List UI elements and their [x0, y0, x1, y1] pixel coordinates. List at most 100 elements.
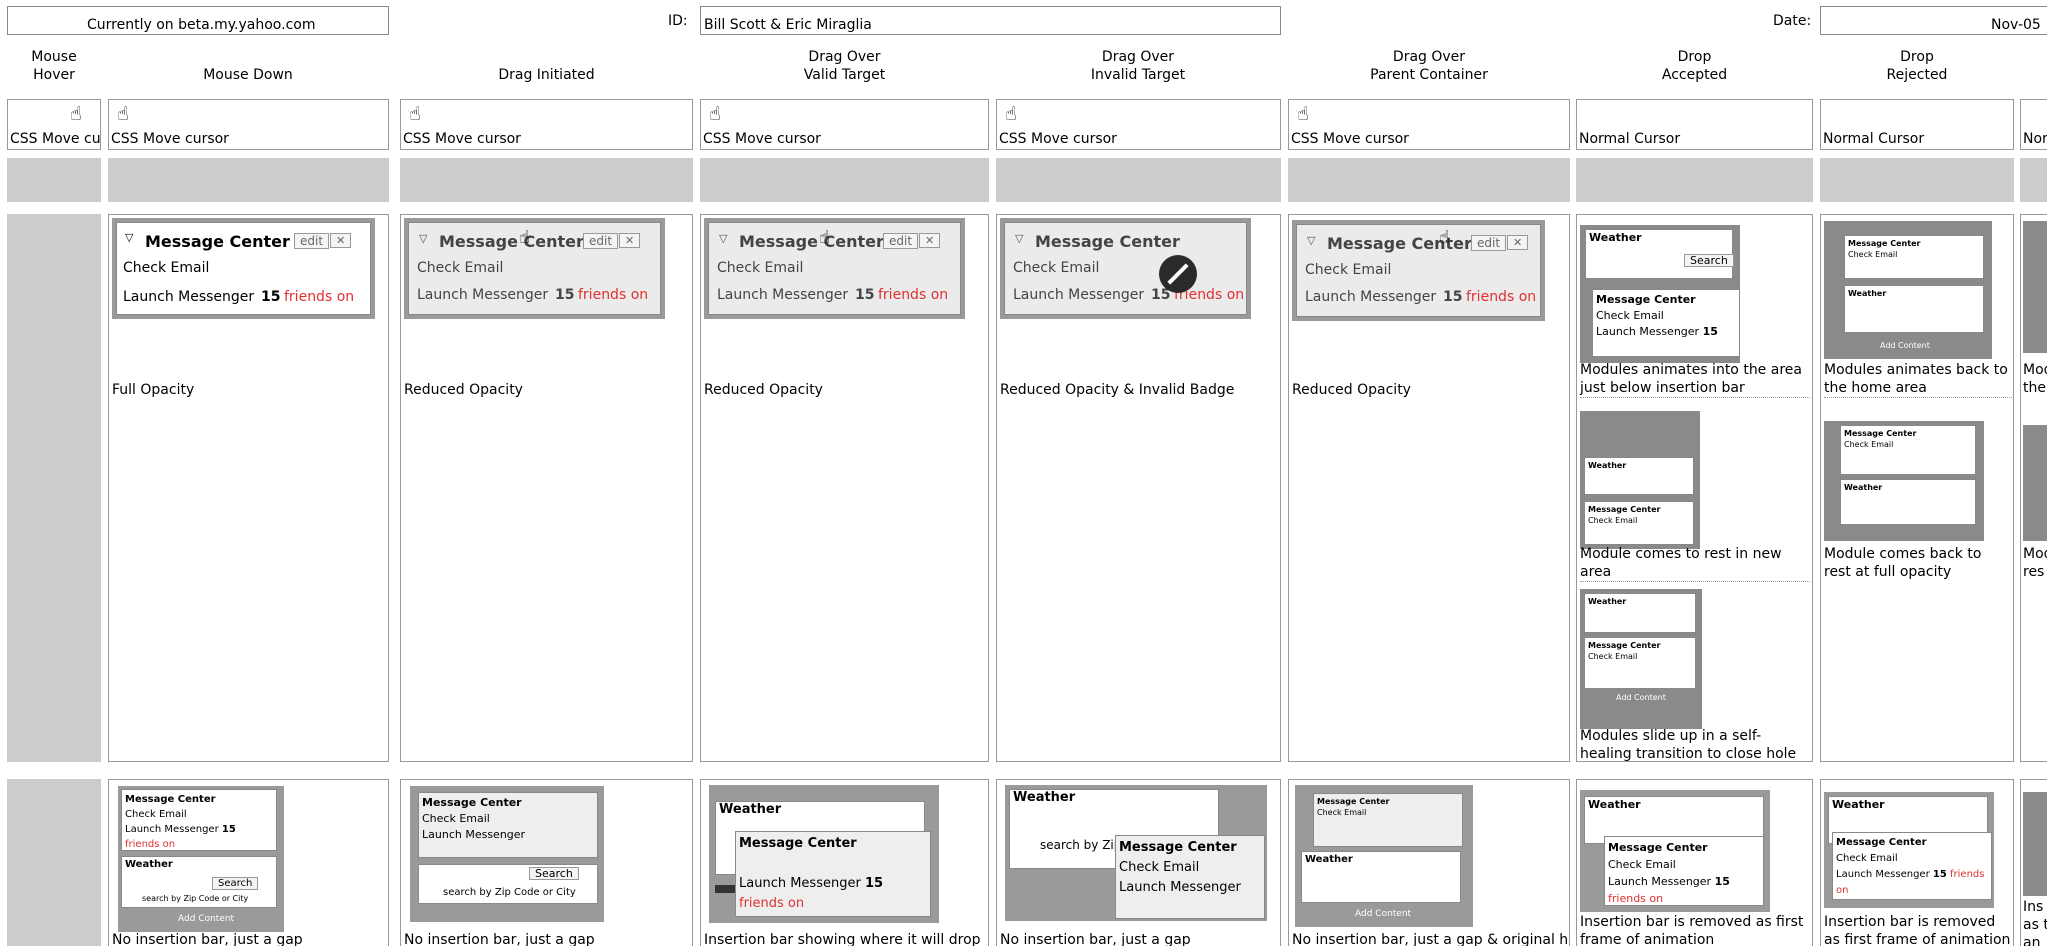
friend-count: 15 — [864, 876, 884, 891]
launch-messenger-link[interactable]: Launch Messenger — [1013, 287, 1144, 303]
search-button[interactable]: Search — [529, 867, 579, 880]
collapse-icon: ▽ — [719, 232, 728, 245]
row1-partial-cell: Mod the Mod res — [2020, 214, 2047, 762]
hand-cursor-icon: ☝ — [1005, 103, 1017, 125]
col-head-drop-accepted: Drop Accepted — [1661, 49, 1728, 83]
add-content-link[interactable]: Add Content — [1880, 341, 1930, 350]
gray-bar-invalid-target — [996, 158, 1281, 202]
weather-title: Weather — [1844, 483, 1883, 492]
friends-on-text: friends on — [878, 287, 949, 303]
cursor-label: CSS Move cursor — [10, 131, 101, 147]
launch-messenger-link[interactable]: Launch Messenger — [717, 287, 848, 303]
gray-bar-valid-target — [700, 158, 989, 202]
friends-on-text: friends on — [1466, 289, 1537, 305]
launch-messenger-link[interactable]: Launch Messenger — [417, 287, 548, 303]
invalid-drop-badge-icon — [1159, 255, 1197, 293]
cursor-label: CSS Move cursor — [999, 131, 1117, 147]
weather-title: Weather — [1589, 231, 1642, 244]
module-title: Message Center — [422, 796, 522, 809]
module-title: Message Center — [1588, 505, 1661, 514]
cursor-label: CSS Move cursor — [1291, 131, 1409, 147]
message-center-module: ▽ Message Center edit ✕ Check Email Laun… — [116, 222, 371, 315]
check-email-link[interactable]: Check Email — [1317, 808, 1366, 817]
col-head-parent-container: Drag Over Parent Container — [1370, 49, 1488, 83]
weather-module: Weather — [1584, 457, 1694, 495]
check-email-link[interactable]: Check Email — [1844, 440, 1893, 449]
friends-on-text: friends on — [125, 839, 176, 850]
location-field: Currently on beta.my.yahoo.com — [7, 6, 389, 35]
search-button[interactable]: Search — [212, 877, 259, 890]
add-content-link[interactable]: Add Content — [1616, 693, 1666, 702]
cursor-label: Normal Cursor — [1579, 131, 1681, 147]
close-button[interactable]: ✕ — [619, 233, 641, 248]
state-description: Reduced Opacity — [1292, 382, 1411, 398]
friend-count: 15 — [1443, 289, 1463, 305]
message-center-module-ghost: ▽ Message Center edit ✕ Check Email Laun… — [408, 222, 661, 315]
state-description: Full Opacity — [112, 382, 195, 398]
col-head-valid-target: Drag Over Valid Target — [803, 49, 886, 83]
check-email-link[interactable]: Check Email — [1013, 260, 1099, 276]
drop-accepted-desc-1: Modules animates into the area just belo… — [1580, 362, 1802, 396]
check-email-link[interactable]: Check Email — [1305, 262, 1391, 278]
edit-button[interactable]: edit — [883, 233, 919, 249]
state-description: No insertion bar, just a gap & original … — [1292, 932, 1570, 946]
hand-cursor-icon: ☝ — [70, 103, 82, 125]
drop-rejected-desc-2: Module comes back to rest at full opacit… — [1824, 546, 1982, 580]
search-button[interactable]: Search — [1684, 254, 1734, 267]
partial-desc-4: res — [2023, 564, 2045, 580]
launch-messenger-link[interactable]: Launch Messenger — [1596, 325, 1699, 338]
launch-messenger-link[interactable]: Launch Messenger — [1119, 880, 1241, 895]
check-email-link[interactable]: Check Email — [1588, 516, 1637, 525]
hand-cursor-icon: ☝ — [519, 227, 530, 248]
edit-button[interactable]: edit — [1471, 235, 1507, 251]
check-email-link[interactable]: Check Email — [123, 260, 209, 276]
module-title: Message Center — [145, 232, 290, 251]
close-button[interactable]: ✕ — [330, 233, 352, 248]
hand-cursor-icon: ☝ — [409, 103, 421, 125]
check-email-link[interactable]: Check Email — [717, 260, 803, 276]
message-center-module-ghost: Message Center Check Email Launch Messen… — [418, 792, 598, 858]
weather-module: Search search by Zip Code or City — [418, 864, 598, 904]
gray-bar-parent-container — [1288, 158, 1570, 202]
row2-parent-container-cell: Message Center Check Email Weather Add C… — [1288, 779, 1570, 946]
friend-count: 15 — [1702, 325, 1718, 338]
add-content-link[interactable]: Add Content — [178, 914, 234, 924]
cursor-cell-drag-initiated: ☝ CSS Move cursor — [400, 99, 693, 150]
divider — [1580, 397, 1810, 398]
message-center-module-ghost: ▽ Message Center edit ✕ Check Email Laun… — [1296, 224, 1541, 317]
edit-button[interactable]: edit — [583, 233, 619, 249]
check-email-link[interactable]: Check Email — [417, 260, 503, 276]
launch-messenger-link[interactable]: Launch Messenger — [123, 289, 254, 305]
message-center-module: Message Center Check Email Launch Messen… — [1832, 832, 1992, 900]
launch-messenger-link[interactable]: Launch Messenger — [1836, 869, 1930, 880]
check-email-link[interactable]: Check Email — [1848, 250, 1897, 259]
check-email-link[interactable]: Check Email — [125, 809, 187, 820]
check-email-link[interactable]: Check Email — [1596, 309, 1664, 322]
divider — [1824, 397, 2012, 398]
check-email-link[interactable]: Check Email — [1836, 853, 1898, 864]
add-content-link[interactable]: Add Content — [1355, 909, 1411, 919]
weather-title: Weather — [1588, 798, 1641, 811]
check-email-link[interactable]: Check Email — [1588, 652, 1637, 661]
launch-messenger-link[interactable]: Launch Messenger — [125, 824, 219, 835]
edit-button[interactable]: edit — [294, 233, 330, 249]
friends-on-text: friends on — [578, 287, 649, 303]
check-email-link[interactable]: Check Email — [422, 812, 490, 825]
cursor-cell-drop-rejected: Normal Cursor — [1820, 99, 2014, 150]
row1-parent-container-cell: ▽ Message Center edit ✕ Check Email Laun… — [1288, 214, 1570, 762]
close-button[interactable]: ✕ — [1507, 235, 1529, 250]
launch-messenger-link[interactable]: Launch Messenger — [422, 828, 525, 841]
check-email-link[interactable]: Check Email — [1608, 858, 1676, 871]
check-email-link[interactable]: Check Email — [1119, 860, 1199, 875]
launch-messenger-link[interactable]: Launch Messenger — [1608, 875, 1711, 888]
row1-hover-cell — [7, 214, 101, 762]
launch-messenger-link[interactable]: Launch Messenger — [739, 876, 861, 891]
weather-title: Weather — [1832, 798, 1885, 811]
friend-count: 15 — [555, 287, 575, 303]
animation-frame-3: Weather Message Center Check Email Add C… — [1580, 589, 1702, 729]
partial-desc-1: Mod — [2023, 362, 2047, 378]
module-title: Message Center — [1327, 234, 1472, 253]
launch-messenger-link[interactable]: Launch Messenger — [1305, 289, 1436, 305]
close-button[interactable]: ✕ — [919, 233, 941, 248]
animation-frame-2: Message Center Check Email Weather — [1824, 421, 1984, 541]
